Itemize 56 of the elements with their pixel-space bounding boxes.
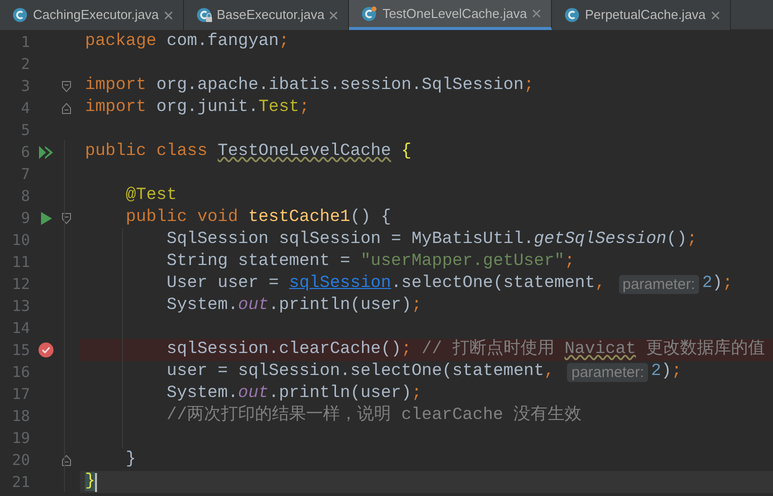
run-icon[interactable]: [40, 212, 52, 224]
editor-tab[interactable]: BaseExecutor.java: [184, 0, 350, 30]
line-number: 14: [10, 318, 30, 339]
line-number: 9: [20, 208, 30, 229]
editor-tab[interactable]: CachingExecutor.java: [0, 0, 184, 30]
fold-icon[interactable]: [62, 102, 71, 114]
line-number: 6: [20, 142, 30, 163]
code-text: System.out.println(user);: [166, 295, 422, 318]
line-number: 1: [20, 32, 30, 53]
inlay-hint: parameter:: [567, 362, 648, 382]
code-text: user = sqlSession.selectOne(statement,: [166, 361, 556, 384]
code-text: System.out.println(user);: [166, 383, 422, 405]
breakpoint-icon[interactable]: [38, 342, 54, 358]
code-text: User user = sqlSession.selectOne(statement,: [166, 273, 606, 296]
fold-icon[interactable]: [62, 454, 71, 466]
line-number: 13: [10, 296, 30, 317]
code-text: package com.fangyan;: [85, 31, 290, 54]
code-text: //两次打印的结果一样，说明 clearCache 没有生效: [166, 404, 582, 428]
code-text: sqlSession.clearCache(); // 打断点时使用 Navicat 更改数据库的值: [166, 338, 766, 362]
line-number: 7: [20, 164, 30, 185]
close-icon[interactable]: [710, 10, 720, 20]
code-text: @Test: [124, 185, 177, 208]
close-icon[interactable]: [164, 10, 173, 20]
code-text: SqlSession sqlSession = MyBatisUtil.getSqlSession();: [166, 229, 698, 252]
line-number: 19: [10, 428, 30, 449]
line-number: 3: [20, 76, 30, 97]
line-number: 4: [20, 98, 30, 119]
line-number: 15: [10, 340, 30, 361]
line-number: 5: [20, 120, 30, 141]
run-all-icon[interactable]: [39, 146, 53, 158]
code-text: import org.junit.Test;: [85, 97, 310, 120]
line-number: 21: [10, 472, 30, 493]
line-number: 18: [10, 406, 30, 427]
close-icon[interactable]: [329, 10, 338, 20]
fold-icon[interactable]: [62, 212, 71, 224]
code-text: import org.apache.ibatis.session.SqlSession;: [85, 75, 534, 98]
editor-tab[interactable]: TestOneLevelCache.java: [349, 0, 552, 30]
line-number: 20: [10, 450, 30, 471]
inlay-hint: parameter:: [618, 274, 700, 294]
line-number: 11: [10, 252, 30, 273]
line-number: 17: [10, 384, 30, 405]
editor-tab[interactable]: PerpetualCache.java: [552, 0, 731, 30]
code-text: 2);: [651, 361, 682, 384]
line-number: 16: [10, 362, 30, 383]
code-text: public class TestOneLevelCache {: [85, 141, 412, 164]
close-icon[interactable]: [532, 9, 541, 18]
line-number: 8: [20, 186, 30, 207]
line-number: 2: [20, 54, 30, 75]
line-number: 10: [10, 230, 30, 251]
line-number: 12: [10, 274, 30, 295]
code-text: String statement = "userMapper.getUser";: [166, 251, 575, 274]
code-text: }: [124, 449, 136, 472]
fold-icon[interactable]: [62, 80, 71, 92]
code-text: }: [85, 471, 96, 494]
code-text: public void testCache1() {: [124, 207, 392, 230]
code-text: 2);: [702, 273, 733, 296]
